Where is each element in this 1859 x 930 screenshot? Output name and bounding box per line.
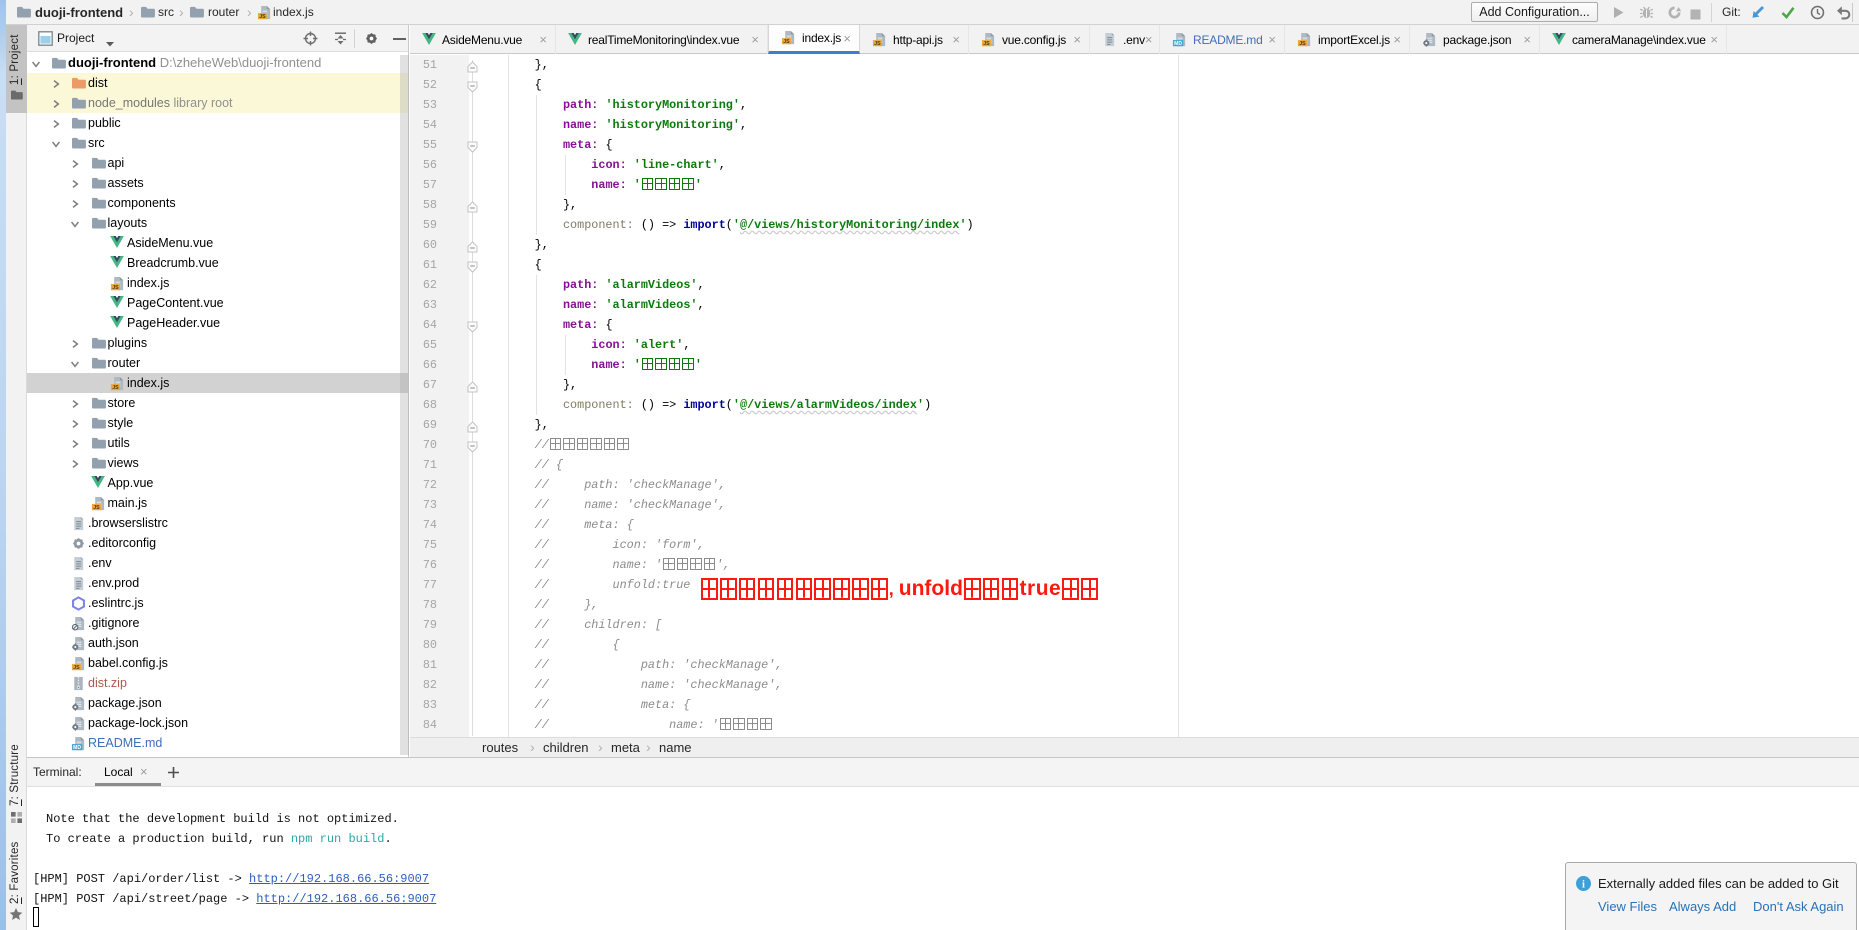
svg-text:JS: JS: [259, 14, 266, 20]
svg-text:JS: JS: [73, 665, 80, 671]
svg-text:JS: JS: [783, 39, 790, 45]
svg-text:JS: JS: [874, 41, 881, 47]
svg-text:MD: MD: [1174, 41, 1182, 47]
svg-text:JS: JS: [983, 41, 990, 47]
svg-text:MD: MD: [73, 745, 81, 751]
svg-text:JS: JS: [1299, 41, 1306, 47]
svg-text:JS: JS: [112, 285, 119, 291]
svg-text:JS: JS: [112, 385, 119, 391]
svg-text:i: i: [1582, 879, 1585, 890]
svg-text:JS: JS: [93, 505, 100, 511]
